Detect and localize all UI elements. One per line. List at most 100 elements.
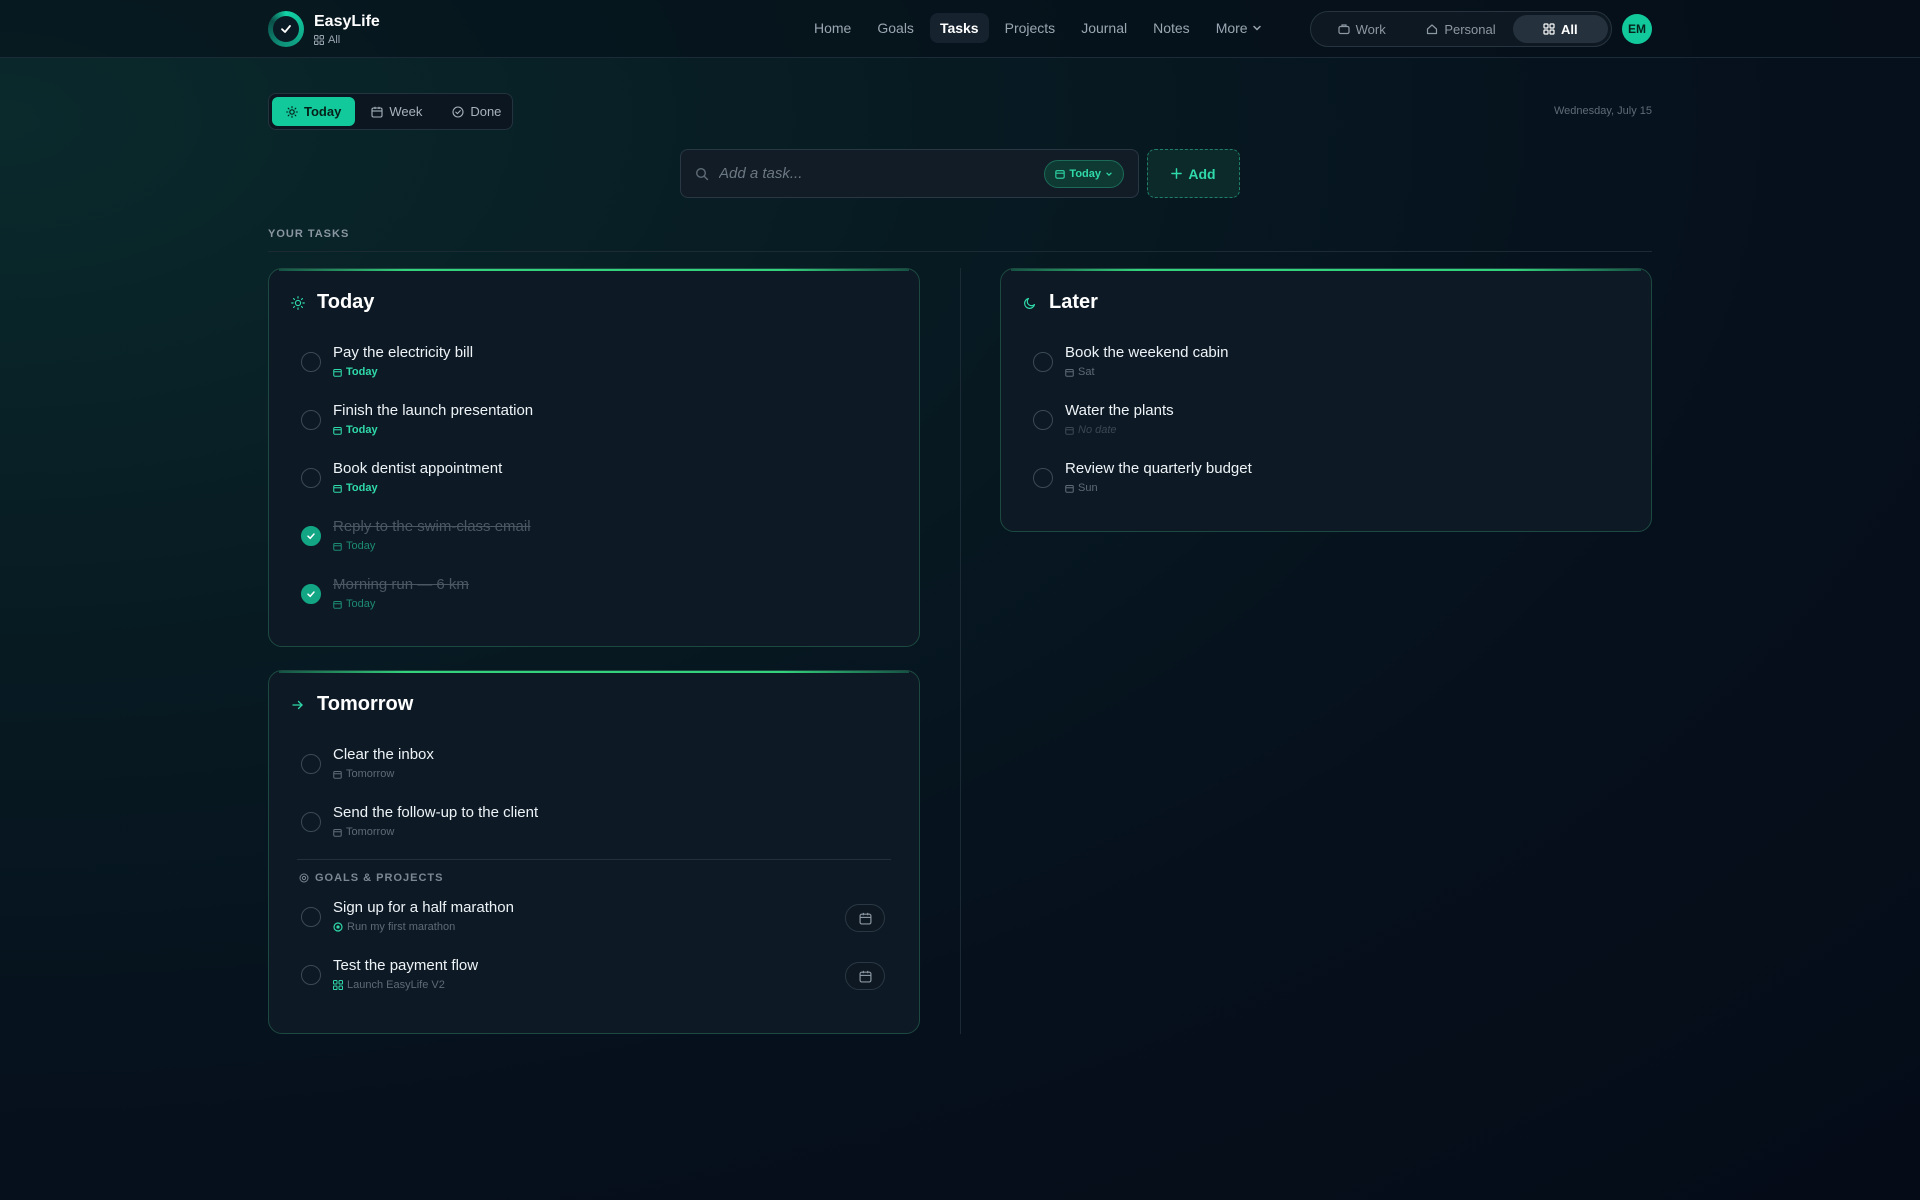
context-indicator: All: [314, 34, 380, 46]
context-switch: Work Personal All: [1310, 11, 1612, 47]
context-personal[interactable]: Personal: [1409, 15, 1512, 43]
context-all-label: All: [1561, 21, 1578, 37]
tab-today[interactable]: Today: [272, 97, 356, 126]
calendar-icon: [858, 912, 872, 925]
calendar-icon: [333, 770, 342, 779]
tab-done[interactable]: Done: [438, 97, 515, 126]
calendar-icon: [1065, 426, 1074, 435]
task-item[interactable]: Book dentist appointment Today: [291, 453, 897, 511]
schedule-button[interactable]: [845, 962, 885, 990]
logo-icon: [268, 11, 304, 47]
context-indicator-label: All: [328, 33, 341, 46]
task-title: Book dentist appointment: [333, 460, 503, 477]
task-item-completed[interactable]: Morning run — 6 km Today: [291, 569, 897, 627]
add-task-button[interactable]: Add: [1147, 149, 1240, 198]
goal-task-item[interactable]: Sign up for a half marathon Run my first…: [291, 892, 897, 950]
calendar-icon: [333, 426, 342, 435]
goal-task-item[interactable]: Test the payment flow Launch EasyLife V2: [291, 950, 897, 1008]
task-due-label: Sun: [1078, 482, 1098, 494]
calendar-icon: [371, 106, 383, 118]
task-title: Finish the launch presentation: [333, 402, 534, 419]
current-date: Wednesday, July 15: [1553, 105, 1652, 117]
context-personal-label: Personal: [1444, 21, 1496, 37]
sun-icon: [286, 105, 298, 118]
task-title: Pay the electricity bill: [333, 344, 474, 361]
schedule-button[interactable]: [845, 904, 885, 932]
nav-tasks[interactable]: Tasks: [929, 13, 989, 43]
task-checkbox[interactable]: [301, 754, 321, 774]
task-checkbox[interactable]: [301, 410, 321, 430]
tab-week[interactable]: Week: [357, 97, 436, 126]
context-work[interactable]: Work: [1314, 15, 1409, 43]
grid-icon: [1543, 23, 1555, 35]
task-item[interactable]: Clear the inbox Tomorrow: [291, 739, 897, 797]
task-checkbox[interactable]: [301, 812, 321, 832]
task-title: Water the plants: [1065, 402, 1174, 419]
task-due: Tomorrow: [333, 768, 434, 780]
task-checkbox-checked[interactable]: [301, 584, 321, 604]
task-due-label: Today: [346, 482, 378, 494]
plus-icon: [1171, 168, 1183, 179]
task-checkbox-checked[interactable]: [301, 526, 321, 546]
view-tabs: Today Week Done: [268, 93, 513, 130]
later-card: Later Book the weekend cabin Sat Water t…: [1000, 268, 1652, 532]
nav-more[interactable]: More: [1206, 13, 1272, 43]
context-all[interactable]: All: [1512, 15, 1608, 43]
task-checkbox[interactable]: [1033, 410, 1053, 430]
nav-notes[interactable]: Notes: [1143, 13, 1200, 43]
tab-done-label: Done: [470, 104, 502, 119]
task-checkbox[interactable]: [1033, 468, 1053, 488]
chevron-down-icon: [1106, 171, 1112, 176]
task-item-completed[interactable]: Reply to the swim-class email Today: [291, 511, 897, 569]
task-item[interactable]: Finish the launch presentation Today: [291, 395, 897, 453]
task-checkbox[interactable]: [301, 907, 321, 927]
task-title: Morning run — 6 km: [333, 576, 469, 593]
task-due-label: Today: [346, 424, 378, 436]
arrow-right-icon: [292, 700, 303, 709]
tab-week-label: Week: [389, 104, 423, 119]
calendar-icon: [1065, 484, 1074, 493]
check-circle-icon: [452, 105, 464, 118]
task-title: Reply to the swim-class email: [333, 518, 531, 535]
nav-projects[interactable]: Projects: [995, 13, 1066, 43]
task-checkbox[interactable]: [301, 352, 321, 372]
today-card: Today Pay the electricity bill Today Fin…: [268, 268, 920, 647]
later-card-title: Later: [1049, 291, 1098, 313]
add-task-input[interactable]: [719, 165, 1045, 182]
task-title: Review the quarterly budget: [1065, 460, 1252, 477]
task-item[interactable]: Pay the electricity bill Today: [291, 337, 897, 395]
task-due-label: No date: [1078, 424, 1117, 436]
avatar[interactable]: EM: [1622, 14, 1652, 44]
task-checkbox[interactable]: [301, 468, 321, 488]
nav-journal[interactable]: Journal: [1071, 13, 1137, 43]
nav-goals[interactable]: Goals: [867, 13, 924, 43]
task-due: Sun: [1065, 482, 1252, 494]
task-item[interactable]: Send the follow-up to the client Tomorro…: [291, 797, 897, 855]
goals-projects-label: GOALS & PROJECTS: [315, 872, 444, 884]
subsection-divider: [297, 859, 891, 860]
task-due: Today: [333, 540, 531, 552]
task-due-label: Today: [346, 540, 376, 552]
due-date-label: Today: [1069, 167, 1101, 180]
grid-icon: [333, 980, 343, 990]
task-source: Launch EasyLife V2: [333, 979, 478, 991]
calendar-icon: [333, 600, 342, 609]
task-title: Book the weekend cabin: [1065, 344, 1229, 361]
task-checkbox[interactable]: [1033, 352, 1053, 372]
task-item[interactable]: Book the weekend cabin Sat: [1023, 337, 1629, 395]
due-date-selector[interactable]: Today: [1044, 159, 1124, 188]
task-item[interactable]: Review the quarterly budget Sun: [1023, 453, 1629, 511]
nav-home-label: Home: [814, 20, 852, 36]
brand[interactable]: EasyLife All: [268, 11, 380, 47]
nav-more-label: More: [1215, 20, 1248, 36]
task-source-label: Launch EasyLife V2: [347, 979, 445, 991]
task-checkbox[interactable]: [301, 965, 321, 985]
check-icon: [307, 591, 315, 598]
check-icon: [307, 533, 315, 540]
nav-home[interactable]: Home: [804, 13, 861, 43]
task-due-label: Tomorrow: [346, 768, 395, 780]
task-due: Today: [333, 366, 473, 378]
home-icon: [1427, 24, 1438, 35]
task-item[interactable]: Water the plants No date: [1023, 395, 1629, 453]
column-divider: [960, 268, 961, 1034]
